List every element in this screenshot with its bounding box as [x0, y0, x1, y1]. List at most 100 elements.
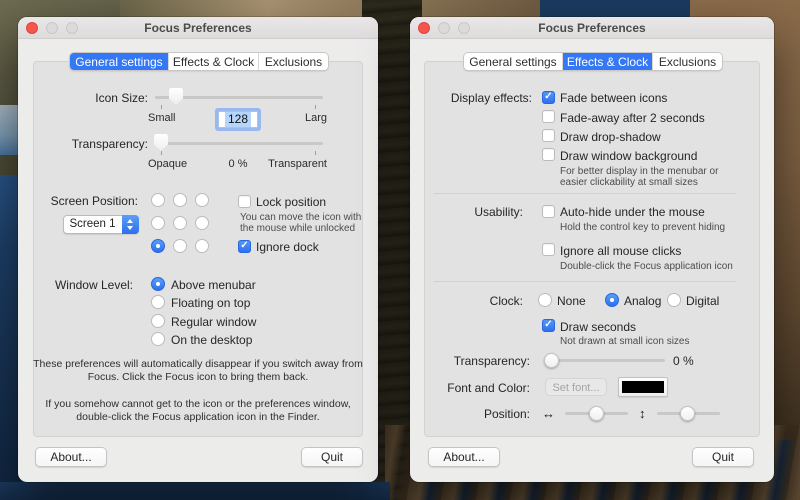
set-font-button[interactable]: Set font... — [545, 378, 607, 396]
draw-seconds-checkbox[interactable] — [542, 319, 555, 332]
clock-transparency-label: Transparency: — [453, 354, 530, 368]
wallpaper-sea-bottom — [0, 482, 390, 500]
icon-size-field[interactable]: 128 — [218, 111, 258, 128]
traffic-lights — [418, 22, 470, 34]
ignore-clicks-help: Double-click the Focus application icon — [560, 261, 733, 272]
slider-tick — [315, 151, 316, 155]
minimize-button[interactable] — [46, 22, 58, 34]
about-button[interactable]: About... — [35, 447, 107, 467]
horizontal-arrow-icon: ↔ — [542, 406, 555, 421]
position-grid-top-center[interactable] — [173, 193, 187, 207]
zoom-button[interactable] — [66, 22, 78, 34]
window-background-help-line1: For better display in the menubar or — [560, 166, 719, 177]
vertical-position-slider-thumb[interactable] — [680, 406, 695, 421]
quit-button[interactable]: Quit — [301, 447, 363, 467]
position-grid-mid-center[interactable] — [173, 216, 187, 230]
fade-away-label: Fade-away after 2 seconds — [560, 111, 705, 125]
tab-general-settings[interactable]: General settings — [464, 53, 562, 70]
slider-tick — [315, 105, 316, 109]
traffic-lights — [26, 22, 78, 34]
window-level-radio-above-menubar[interactable] — [151, 277, 165, 291]
position-grid-mid-right[interactable] — [195, 216, 209, 230]
icon-size-max-label: Larg — [304, 112, 327, 124]
transparency-slider[interactable] — [155, 142, 323, 145]
titlebar[interactable]: Focus Preferences — [410, 17, 774, 39]
transparency-max-label: Transparent — [268, 158, 327, 170]
note1-line1: These preferences will automatically dis… — [33, 358, 363, 370]
clock-option-none: None — [557, 294, 586, 308]
ignore-dock-checkbox[interactable] — [238, 240, 251, 253]
zoom-button[interactable] — [458, 22, 470, 34]
clock-radio-analog[interactable] — [605, 293, 619, 307]
slider-tick — [161, 105, 162, 109]
divider — [434, 281, 736, 282]
position-grid-mid-left[interactable] — [151, 216, 165, 230]
tab-effects-clock[interactable]: Effects & Clock — [168, 53, 258, 70]
window-level-radio-desktop[interactable] — [151, 332, 165, 346]
window-background-label: Draw window background — [560, 149, 698, 163]
window-level-option-2: Regular window — [171, 315, 257, 329]
font-color-label: Font and Color: — [447, 381, 530, 395]
draw-seconds-label: Draw seconds — [560, 320, 637, 334]
quit-button[interactable]: Quit — [692, 447, 754, 467]
note1-line2: Focus. Click the Focus icon to bring the… — [87, 371, 309, 383]
tab-exclusions[interactable]: Exclusions — [652, 53, 722, 70]
auto-hide-checkbox[interactable] — [542, 205, 555, 218]
slider-tick — [161, 151, 162, 155]
lock-position-help-line2: the mouse while unlocked — [240, 223, 356, 234]
color-well[interactable] — [618, 377, 668, 397]
window-level-label: Window Level: — [54, 278, 133, 292]
about-button[interactable]: About... — [428, 447, 500, 467]
draw-seconds-help: Not drawn at small icon sizes — [560, 336, 690, 347]
clock-transparency-slider[interactable] — [547, 359, 665, 362]
drop-shadow-label: Draw drop-shadow — [560, 130, 661, 144]
close-button[interactable] — [26, 22, 38, 34]
horizontal-position-slider-thumb[interactable] — [589, 406, 604, 421]
tab-exclusions[interactable]: Exclusions — [258, 53, 328, 70]
window-background-checkbox[interactable] — [542, 148, 555, 161]
window-level-option-1: Floating on top — [171, 296, 251, 310]
window-background-help-line2: easier clickability at small sizes — [560, 177, 698, 188]
window-level-option-3: On the desktop — [171, 333, 253, 347]
clock-radio-none[interactable] — [538, 293, 552, 307]
close-button[interactable] — [418, 22, 430, 34]
fade-between-icons-label: Fade between icons — [560, 91, 668, 105]
titlebar[interactable]: Focus Preferences — [18, 17, 378, 39]
tab-effects-clock[interactable]: Effects & Clock — [562, 53, 652, 70]
position-grid-top-left[interactable] — [151, 193, 165, 207]
fade-between-icons-checkbox[interactable] — [542, 91, 555, 104]
fade-away-checkbox[interactable] — [542, 110, 555, 123]
stepper-icon — [122, 215, 139, 234]
clock-option-analog: Analog — [624, 294, 662, 308]
clock-option-digital: Digital — [686, 294, 720, 308]
window-level-radio-floating[interactable] — [151, 295, 165, 309]
position-grid-top-right[interactable] — [195, 193, 209, 207]
lock-position-checkbox[interactable] — [238, 195, 251, 208]
window-level-option-0: Above menubar — [171, 278, 256, 292]
auto-hide-label: Auto-hide under the mouse — [560, 205, 705, 219]
ignore-dock-label: Ignore dock — [256, 240, 319, 254]
screen-select-value: Screen 1 — [69, 218, 116, 230]
clock-transparency-slider-thumb[interactable] — [544, 353, 559, 368]
ignore-clicks-checkbox[interactable] — [542, 243, 555, 256]
tab-general-settings[interactable]: General settings — [70, 53, 168, 70]
tab-bar: General settings Effects & Clock Exclusi… — [463, 52, 723, 71]
window-effects-clock: Focus Preferences General settings Effec… — [410, 17, 774, 482]
transparency-value: 0 % — [228, 158, 248, 170]
minimize-button[interactable] — [438, 22, 450, 34]
lock-position-help-line1: You can move the icon with — [240, 212, 362, 223]
screen-select-popup[interactable]: Screen 1 — [63, 215, 139, 234]
transparency-min-label: Opaque — [148, 158, 188, 170]
position-grid-bottom-left[interactable] — [151, 239, 165, 253]
lock-position-label: Lock position — [256, 195, 327, 209]
clock-radio-digital[interactable] — [667, 293, 681, 307]
color-swatch — [622, 381, 664, 393]
position-grid-bottom-center[interactable] — [173, 239, 187, 253]
drop-shadow-checkbox[interactable] — [542, 129, 555, 142]
position-grid-bottom-right[interactable] — [195, 239, 209, 253]
window-level-radio-regular[interactable] — [151, 314, 165, 328]
window-general-settings: Focus Preferences General settings Effec… — [18, 17, 378, 482]
clock-position-label: Position: — [483, 407, 530, 421]
auto-hide-help: Hold the control key to prevent hiding — [560, 222, 726, 233]
icon-size-min-label: Small — [148, 112, 176, 124]
